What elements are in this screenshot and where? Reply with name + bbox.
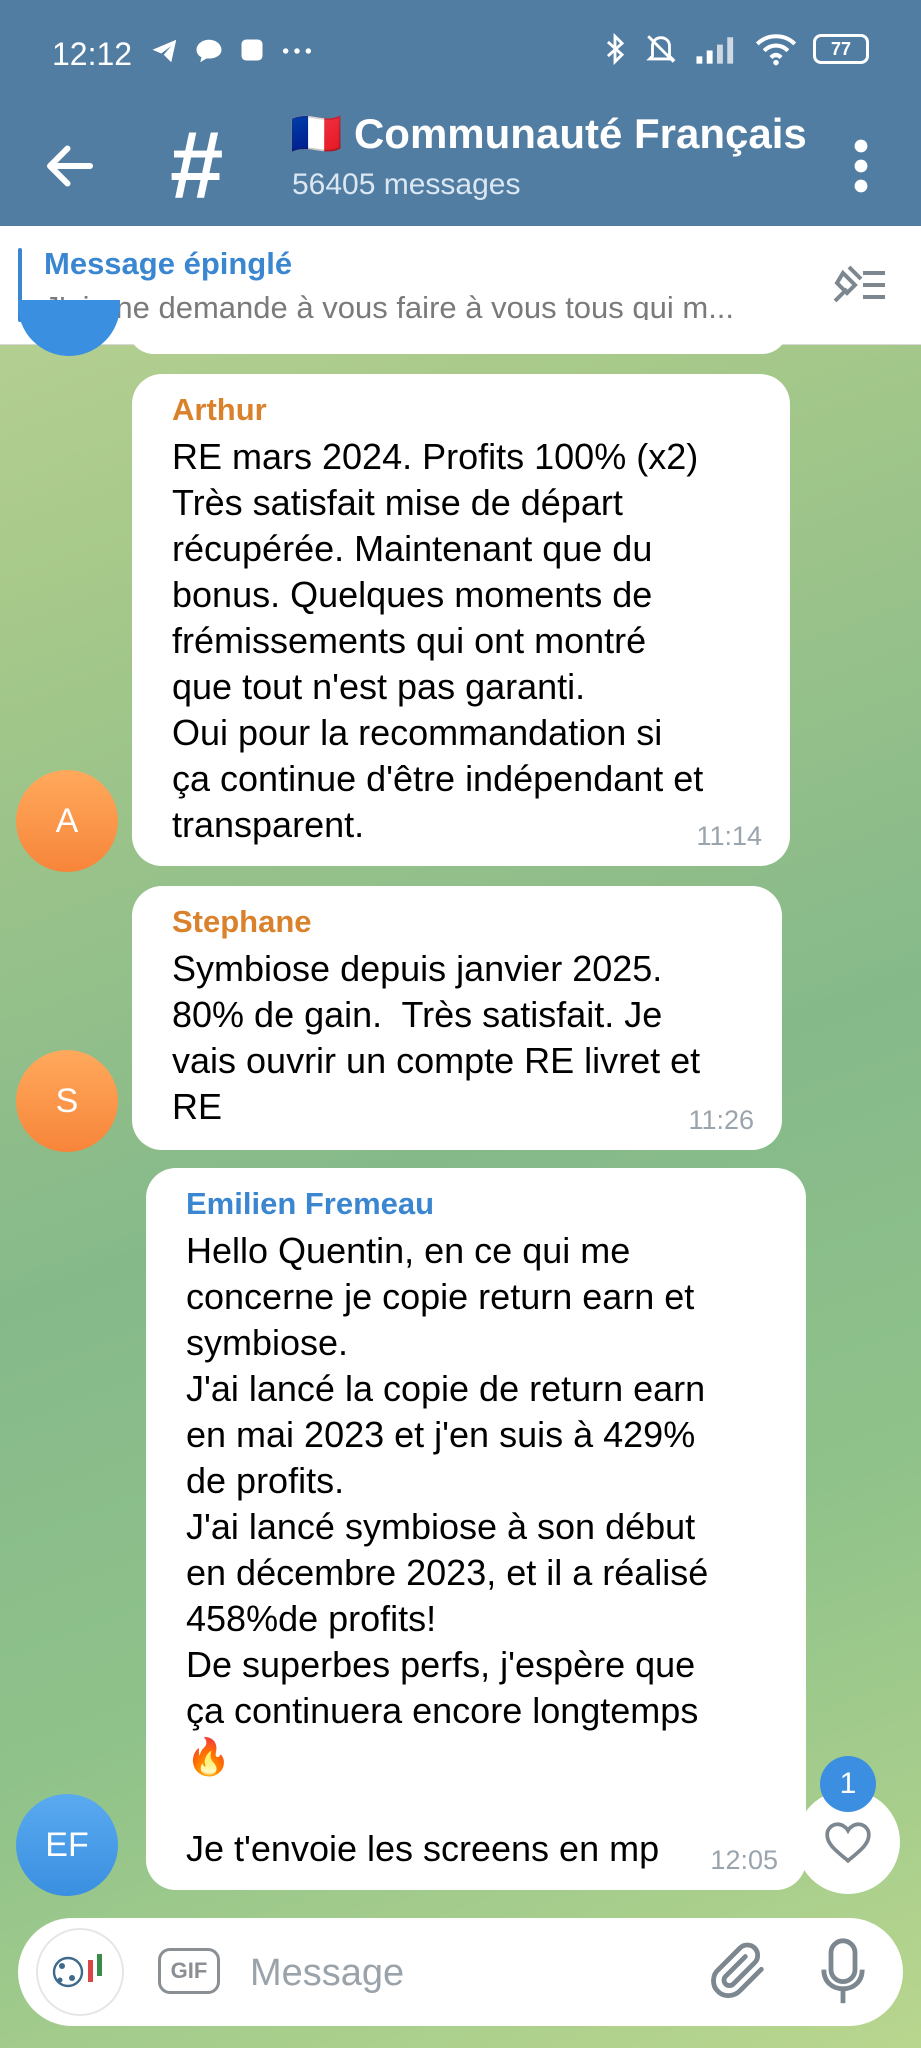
message-text: Symbiose depuis janvier 2025. 80% de gai… — [172, 948, 701, 1127]
status-time: 12:12 — [52, 36, 133, 72]
message-time: 12:05 — [710, 1845, 778, 1875]
gif-button[interactable]: GIF — [158, 1948, 220, 1994]
microphone-icon[interactable] — [818, 1936, 868, 2008]
message-time: 11:14 — [696, 821, 762, 851]
bot-logo-icon — [52, 1954, 102, 1988]
avatar[interactable]: EF — [16, 1794, 118, 1896]
chat-title-text: Communauté Français — [353, 110, 807, 157]
flag-emoji: 🇫🇷 — [290, 110, 343, 157]
message-bubble[interactable] — [128, 320, 788, 354]
unread-reaction-badge: 1 — [820, 1756, 876, 1812]
channel-hash-icon[interactable]: # — [170, 118, 223, 214]
telegram-icon — [152, 39, 177, 63]
wifi-icon — [755, 34, 797, 66]
signal-icon — [696, 37, 734, 64]
more-menu-icon[interactable] — [841, 136, 881, 196]
status-bar: 12:12 77 — [0, 0, 921, 106]
avatar[interactable]: S — [16, 1050, 118, 1152]
bluetooth-icon — [606, 32, 625, 66]
pinned-list-icon[interactable] — [829, 260, 889, 310]
message-time: 11:26 — [688, 1105, 754, 1135]
paperclip-icon[interactable] — [708, 1940, 772, 2004]
chat-header: # 🇫🇷 Communauté Français 56405 messages — [0, 106, 921, 226]
battery-level: 77 — [830, 38, 852, 59]
more-dots-icon — [282, 48, 312, 54]
battery-indicator: 77 — [813, 34, 869, 64]
message-input[interactable] — [248, 1944, 702, 2002]
avatar-initials: EF — [45, 1825, 89, 1864]
avatar-initials: A — [55, 801, 79, 840]
message-text: RE mars 2024. Profits 100% (x2) Très sat… — [172, 436, 704, 845]
message-bubble[interactable]: Arthur RE mars 2024. Profits 100% (x2) T… — [132, 374, 790, 866]
message-bubble[interactable]: Stephane Symbiose depuis janvier 2025. 8… — [132, 886, 782, 1150]
square-icon — [241, 39, 263, 61]
heart-icon — [825, 1822, 871, 1864]
status-system-icons: 77 — [603, 32, 869, 66]
bot-menu-button[interactable] — [36, 1928, 124, 2016]
mute-icon — [646, 35, 676, 63]
message-text: Hello Quentin, en ce qui me concerne je … — [186, 1230, 709, 1869]
message-input-bar: GIF — [18, 1918, 903, 2026]
message-count: 56405 messages — [292, 168, 521, 201]
avatar[interactable]: A — [16, 770, 118, 872]
message-bubble[interactable]: Emilien Fremeau Hello Quentin, en ce qui… — [146, 1168, 806, 1890]
sender-name[interactable]: Stephane — [172, 904, 748, 940]
pinned-title: Message épinglé — [44, 246, 293, 281]
sender-name[interactable]: Emilien Fremeau — [186, 1186, 772, 1222]
sender-name[interactable]: Arthur — [172, 392, 756, 428]
chat-bubble-icon — [196, 39, 222, 63]
back-arrow-icon[interactable] — [40, 136, 100, 196]
status-notification-icons — [150, 36, 314, 66]
chat-title[interactable]: 🇫🇷 Communauté Français — [290, 110, 810, 159]
avatar-initials: S — [55, 1081, 79, 1120]
